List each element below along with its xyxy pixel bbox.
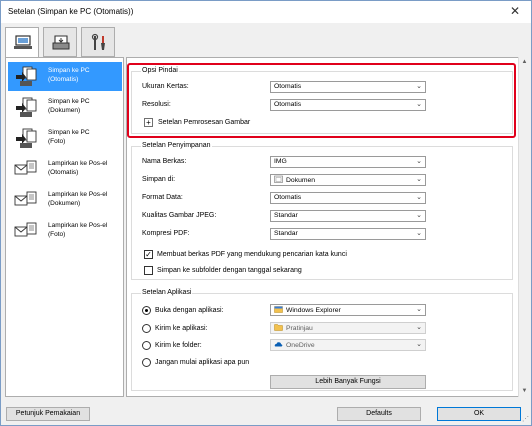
- sidebar-item-label: Simpan ke PC (Dokumen): [48, 97, 120, 115]
- sidebar-item-line2: (Foto): [48, 231, 66, 238]
- chevron-down-icon: ⌄: [416, 341, 422, 348]
- onedrive-icon: [274, 342, 283, 347]
- send-app-select[interactable]: Pratinjau ⌄: [270, 322, 426, 334]
- close-icon[interactable]: ✕: [505, 3, 525, 19]
- save-settings-title: Setelan Penyimpanan: [141, 142, 212, 149]
- sidebar-item-label: Simpan ke PC (Otomatis): [48, 66, 120, 84]
- file-name-combo[interactable]: IMG ⌄: [270, 156, 426, 168]
- data-format-label: Format Data:: [142, 194, 183, 201]
- pdf-compression-select[interactable]: Standar ⌄: [270, 228, 426, 240]
- chevron-down-icon: ⌄: [416, 324, 422, 331]
- pdf-compression-value: Standar: [274, 230, 298, 237]
- save-in-value: Dokumen: [286, 177, 316, 184]
- sidebar-item-line2: (Otomatis): [48, 76, 79, 83]
- sidebar-item-save-pc-auto[interactable]: Simpan ke PC (Otomatis): [8, 62, 122, 91]
- scanner-icon: [52, 35, 70, 50]
- resize-grip-icon[interactable]: ⋰: [522, 415, 529, 423]
- scroll-down-icon[interactable]: ▼: [519, 386, 530, 397]
- sidebar-item-email-document[interactable]: Lampirkan ke Pos-el (Dokumen): [8, 186, 122, 215]
- sidebar-item-save-pc-photo[interactable]: Simpan ke PC (Foto): [8, 124, 122, 153]
- pdf-compression-label: Kompresi PDF:: [142, 230, 190, 237]
- attach-email-icon: [14, 160, 37, 175]
- highlight-frame: [127, 63, 516, 138]
- sidebar-item-save-pc-document[interactable]: Simpan ke PC (Dokumen): [8, 93, 122, 122]
- data-format-select[interactable]: Otomatis ⌄: [270, 192, 426, 204]
- more-functions-button[interactable]: Lebih Banyak Fungsi: [270, 375, 426, 389]
- sidebar-item-email-auto[interactable]: Lampirkan ke Pos-el (Otomatis): [8, 155, 122, 184]
- sidebar-item-label: Simpan ke PC (Foto): [48, 128, 120, 146]
- open-app-select[interactable]: Windows Explorer ⌄: [270, 304, 426, 316]
- chevron-down-icon: ⌄: [416, 212, 422, 219]
- windows-explorer-icon: [274, 306, 283, 313]
- data-format-value: Otomatis: [274, 194, 302, 201]
- app-settings-title: Setelan Aplikasi: [141, 289, 193, 296]
- title-bar: Setelan (Simpan ke PC (Otomatis)) ✕: [1, 1, 531, 23]
- file-name-label: Nama Berkas:: [142, 158, 187, 165]
- sidebar-item-line2: (Foto): [48, 138, 66, 145]
- open-app-value: Windows Explorer: [286, 307, 341, 314]
- send-folder-radio[interactable]: [142, 341, 151, 350]
- tools-icon: [91, 33, 105, 50]
- computer-scan-icon: [14, 35, 32, 49]
- sidebar-item-line2: (Dokumen): [48, 107, 81, 114]
- jpeg-quality-select[interactable]: Standar ⌄: [270, 210, 426, 222]
- subfolder-label: Simpan ke subfolder dengan tanggal sekar…: [157, 267, 302, 274]
- scroll-up-icon[interactable]: ▲: [519, 57, 530, 68]
- subfolder-checkbox[interactable]: [144, 266, 153, 275]
- defaults-button[interactable]: Defaults: [337, 407, 421, 421]
- sidebar-item-label: Lampirkan ke Pos-el (Dokumen): [48, 190, 120, 208]
- tab-general-settings[interactable]: [81, 27, 115, 57]
- sidebar-item-line1: Simpan ke PC: [48, 129, 90, 136]
- send-app-radio[interactable]: [142, 324, 151, 333]
- sidebar-item-label: Lampirkan ke Pos-el (Otomatis): [48, 159, 120, 177]
- sidebar-item-line1: Simpan ke PC: [48, 98, 90, 105]
- preview-folder-icon: [274, 324, 283, 331]
- searchable-pdf-label: Membuat berkas PDF yang mendukung pencar…: [157, 251, 347, 258]
- send-folder-value: OneDrive: [286, 342, 315, 349]
- documents-folder-icon: [274, 175, 283, 183]
- settings-window: Setelan (Simpan ke PC (Otomatis)) ✕ Simp…: [0, 0, 532, 426]
- send-folder-label: Kirim ke folder:: [155, 342, 202, 349]
- send-app-value: Pratinjau: [286, 325, 313, 332]
- jpeg-quality-value: Standar: [274, 212, 298, 219]
- chevron-down-icon: ⌄: [416, 306, 422, 313]
- jpeg-quality-label: Kualitas Gambar JPEG:: [142, 212, 217, 219]
- sidebar-item-email-photo[interactable]: Lampirkan ke Pos-el (Foto): [8, 217, 122, 246]
- chevron-down-icon: ⌄: [416, 194, 422, 201]
- sidebar-item-line1: Lampirkan ke Pos-el: [48, 160, 108, 167]
- sidebar-item-line1: Simpan ke PC: [48, 67, 90, 74]
- sidebar-item-line2: (Otomatis): [48, 169, 79, 176]
- no-app-label: Jangan mulai aplikasi apa pun: [155, 359, 250, 366]
- open-app-radio[interactable]: [142, 306, 151, 315]
- window-title: Setelan (Simpan ke PC (Otomatis)): [8, 7, 134, 16]
- sidebar-item-line2: (Dokumen): [48, 200, 81, 207]
- no-app-radio[interactable]: [142, 358, 151, 367]
- save-in-label: Simpan di:: [142, 176, 176, 183]
- attach-email-icon: [14, 222, 37, 237]
- vertical-scrollbar[interactable]: ▲ ▼: [518, 57, 529, 397]
- chevron-down-icon: ⌄: [416, 230, 422, 237]
- attach-email-icon: [14, 191, 37, 206]
- tab-scan-from-computer[interactable]: [5, 27, 39, 58]
- file-name-value: IMG: [274, 158, 287, 165]
- save-to-pc-icon: [16, 97, 37, 117]
- sidebar-item-line1: Lampirkan ke Pos-el: [48, 222, 108, 229]
- save-in-select[interactable]: Dokumen ⌄: [270, 174, 426, 186]
- sidebar-item-line1: Lampirkan ke Pos-el: [48, 191, 108, 198]
- save-to-pc-icon: [16, 66, 37, 86]
- send-folder-select[interactable]: OneDrive ⌄: [270, 339, 426, 351]
- chevron-down-icon: ⌄: [416, 176, 422, 183]
- ok-button[interactable]: OK: [437, 407, 521, 421]
- chevron-down-icon: ⌄: [416, 158, 422, 165]
- open-app-label: Buka dengan aplikasi:: [155, 307, 224, 314]
- scan-type-list: Simpan ke PC (Otomatis) Simpan ke PC (Do…: [5, 57, 124, 397]
- send-app-label: Kirim ke aplikasi:: [155, 325, 208, 332]
- sidebar-item-label: Lampirkan ke Pos-el (Foto): [48, 221, 120, 239]
- instructions-button[interactable]: Petunjuk Pemakaian: [6, 407, 90, 421]
- searchable-pdf-checkbox[interactable]: ✓: [144, 250, 153, 259]
- tab-scan-from-operation-panel[interactable]: [43, 27, 77, 57]
- save-to-pc-icon: [16, 128, 37, 148]
